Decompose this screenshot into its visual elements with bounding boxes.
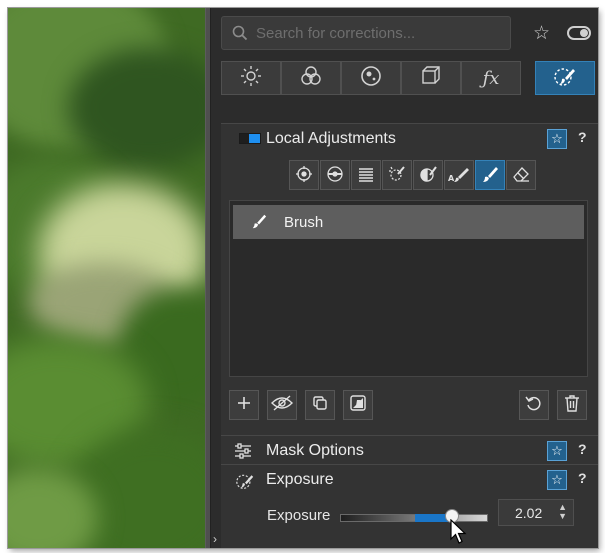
- reset-button[interactable]: [519, 390, 549, 420]
- photo-preview[interactable]: [8, 8, 205, 548]
- duplicate-button[interactable]: [305, 390, 335, 420]
- undo-icon: [525, 394, 543, 417]
- duplicate-icon: [312, 395, 328, 416]
- favorites-star-icon[interactable]: ☆: [533, 22, 550, 45]
- local-adjustments-enable-toggle[interactable]: [239, 133, 261, 144]
- control-line-icon: [326, 165, 344, 186]
- panel-toggle[interactable]: [567, 26, 591, 40]
- cube-icon: [420, 65, 442, 92]
- tab-effects[interactable]: ƒx: [461, 61, 521, 95]
- luminosity-mask-tool[interactable]: [413, 160, 443, 190]
- help-button[interactable]: ?: [578, 441, 587, 457]
- svg-text:A: A: [448, 174, 455, 183]
- control-line-tool[interactable]: [320, 160, 350, 190]
- list-item-label: Brush: [284, 214, 324, 231]
- brush-icon: [251, 213, 267, 234]
- eraser-icon: [512, 165, 530, 186]
- fx-icon: ƒx: [482, 67, 500, 89]
- trash-icon: [564, 394, 580, 417]
- exposure-section: Exposure ☆ ? Exposure 2.02 ▲ ▼: [221, 464, 598, 548]
- exposure-value-input[interactable]: 2.02 ▲ ▼: [498, 499, 574, 526]
- value-text: 2.02: [515, 505, 543, 521]
- exposure-header[interactable]: Exposure ☆ ?: [221, 465, 598, 495]
- sliders-icon: [234, 443, 252, 464]
- brush-tool[interactable]: [475, 160, 505, 190]
- section-title: Exposure: [266, 471, 334, 488]
- mask-options-header[interactable]: Mask Options ☆ ?: [221, 436, 598, 465]
- local-brush-icon: [234, 472, 256, 495]
- auto-brush-icon: A: [448, 165, 470, 186]
- exposure-slider-row: Exposure 2.02 ▲ ▼: [221, 495, 598, 544]
- toggle-visibility-button[interactable]: [267, 390, 297, 420]
- invert-mask-button[interactable]: [343, 390, 373, 420]
- local-adjustments-section: Local Adjustments ☆ ? A Brush: [221, 123, 598, 443]
- eraser-tool[interactable]: [506, 160, 536, 190]
- luminosity-mask-icon: [419, 165, 437, 186]
- eye-slash-icon: [271, 394, 293, 416]
- delete-button[interactable]: [557, 390, 587, 420]
- section-title: Local Adjustments: [266, 130, 396, 147]
- help-button[interactable]: ?: [578, 470, 587, 486]
- local-adjustments-list: Brush: [229, 200, 588, 377]
- search-icon: [232, 25, 248, 46]
- favorite-star-icon[interactable]: ☆: [547, 441, 567, 461]
- lens-icon: [360, 65, 382, 92]
- collapse-chevron-icon[interactable]: ›: [213, 532, 217, 546]
- invert-mask-icon: [350, 394, 366, 416]
- graduated-filter-icon: [357, 165, 375, 186]
- help-button[interactable]: ?: [578, 129, 587, 145]
- auto-mask-icon: [388, 165, 406, 186]
- add-adjustment-button[interactable]: [229, 390, 259, 420]
- control-point-tool[interactable]: [289, 160, 319, 190]
- favorite-star-icon[interactable]: ☆: [547, 129, 567, 149]
- search-box[interactable]: [221, 16, 511, 50]
- tab-light[interactable]: [221, 61, 281, 95]
- auto-brush-tool[interactable]: A: [444, 160, 474, 190]
- tab-color[interactable]: [281, 61, 341, 95]
- local-adjustments-header[interactable]: Local Adjustments ☆ ?: [221, 124, 598, 154]
- mask-options-section[interactable]: Mask Options ☆ ?: [221, 435, 598, 464]
- plus-icon: [236, 395, 252, 416]
- favorite-star-icon[interactable]: ☆: [547, 470, 567, 490]
- list-item[interactable]: Brush: [233, 205, 584, 239]
- tab-details[interactable]: [341, 61, 401, 95]
- control-point-icon: [295, 165, 313, 186]
- mouse-cursor-icon: [450, 518, 468, 548]
- app-window: ☆: [8, 8, 598, 548]
- graduated-filter-tool[interactable]: [351, 160, 381, 190]
- slider-label: Exposure: [267, 507, 331, 524]
- brush-icon: [481, 165, 499, 186]
- corrections-panel: ☆: [211, 8, 598, 548]
- color-circles-icon: [300, 65, 322, 92]
- sun-icon: [240, 65, 262, 92]
- spinner-arrows-icon[interactable]: ▲ ▼: [558, 503, 567, 521]
- tab-geometry[interactable]: [401, 61, 461, 95]
- tab-local-adjustments[interactable]: [535, 61, 595, 95]
- search-input[interactable]: [256, 17, 506, 49]
- section-title: Mask Options: [266, 442, 364, 459]
- local-brush-icon: [552, 65, 578, 92]
- auto-mask-tool[interactable]: [382, 160, 412, 190]
